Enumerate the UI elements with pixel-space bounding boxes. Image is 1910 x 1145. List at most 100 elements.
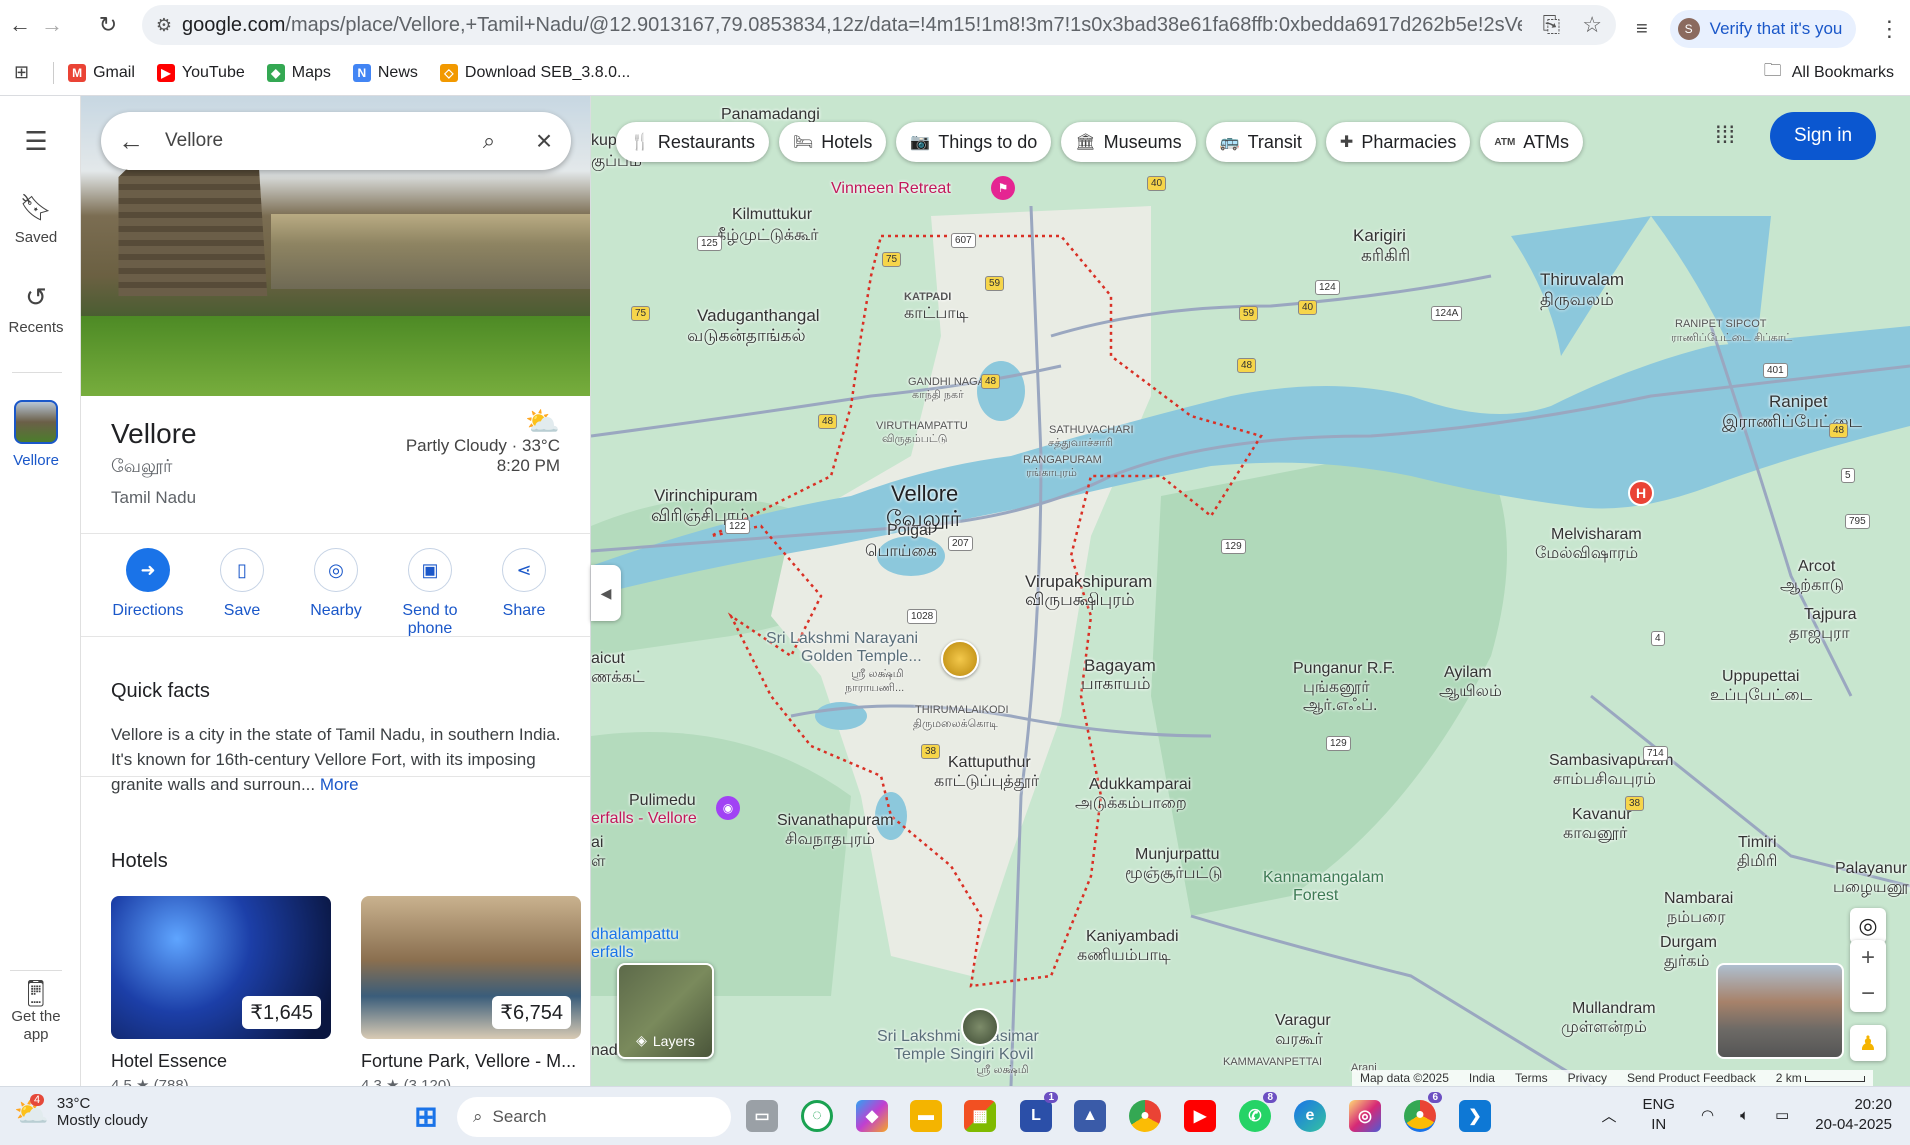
poi-label[interactable]: erfalls - Vellore: [591, 810, 697, 828]
attraction-marker-icon[interactable]: ◉: [716, 796, 740, 820]
address-bar[interactable]: ⚙ google.com/maps/place/Vellore,+Tamil+N…: [142, 5, 1616, 45]
all-bookmarks[interactable]: 🗀 All Bookmarks: [1764, 58, 1894, 88]
back-arrow-icon[interactable]: ←: [101, 126, 161, 157]
chip-label: Museums: [1103, 131, 1182, 152]
privacy-link[interactable]: Privacy: [1568, 1071, 1607, 1085]
poi-label[interactable]: Golden Temple...: [801, 648, 922, 666]
scale-bar[interactable]: 2 km: [1776, 1071, 1866, 1085]
verify-button[interactable]: S Verify that it's you: [1669, 10, 1857, 48]
hotel-price: ₹6,754: [492, 996, 571, 1029]
l-app-icon[interactable]: L1: [1020, 1092, 1058, 1132]
instagram-icon[interactable]: ◎: [1349, 1100, 1381, 1132]
more-link[interactable]: More: [320, 775, 359, 794]
poi-label[interactable]: Pulimedu: [629, 792, 696, 810]
url-text[interactable]: google.com/maps/place/Vellore,+Tamil+Nad…: [182, 14, 1522, 37]
bookmark-item[interactable]: M Gmail: [68, 63, 135, 82]
search-icon[interactable]: ⌕: [461, 128, 517, 154]
install-app-icon[interactable]: ⎘: [1543, 12, 1561, 38]
start-icon[interactable]: ⊞: [410, 1100, 442, 1132]
bookmark-item[interactable]: ◇ Download SEB_3.8.0...: [439, 63, 630, 82]
current-place-button[interactable]: Vellore: [0, 400, 72, 469]
send-to-phone-button[interactable]: ▣ Send to phone: [390, 548, 470, 638]
forward-icon[interactable]: →: [32, 5, 72, 45]
poi-label[interactable]: dhalampattu: [591, 926, 679, 944]
store-icon[interactable]: ▦: [964, 1100, 996, 1132]
menu-button[interactable]: ☰: [0, 126, 72, 163]
poi-label[interactable]: Sri Lakshmi Narasimar: [877, 1028, 1039, 1046]
get-app-button[interactable]: 📱︎ Get the app: [0, 980, 72, 1044]
copilot-icon[interactable]: ◆: [856, 1100, 888, 1132]
taskbar: ⛅ 4 33°C Mostly cloudy ⊞ ⌕ Search ▭ ◌ ◆ ▬ …: [0, 1086, 1910, 1145]
poi-label[interactable]: Vinmeen Retreat: [831, 180, 951, 198]
zoom-in-button[interactable]: +: [1850, 940, 1886, 976]
saved-button[interactable]: 🔖︎ Saved: [0, 192, 72, 246]
nearby-button[interactable]: ◎ Nearby: [296, 548, 376, 638]
menu-icon[interactable]: ⋮: [1878, 16, 1900, 42]
edge-icon[interactable]: e: [1294, 1100, 1326, 1132]
chip-things-to-do[interactable]: 📷 Things to do: [896, 122, 1052, 162]
sign-in-button[interactable]: Sign in: [1770, 112, 1876, 160]
bookmark-star-icon[interactable]: ☆: [1582, 12, 1602, 38]
temple-photo-marker[interactable]: [941, 640, 979, 678]
google-apps-icon[interactable]: ⁞⁞⁞: [1715, 122, 1735, 150]
chip-transit[interactable]: 🚌 Transit: [1205, 122, 1316, 162]
chip-restaurants[interactable]: 🍴 Restaurants: [616, 122, 769, 162]
whatsapp-icon[interactable]: ✆ 8: [1239, 1092, 1277, 1132]
resort-marker-icon[interactable]: ⚑: [991, 176, 1015, 200]
directions-button[interactable]: ➜ Directions: [108, 548, 188, 638]
chip-museums[interactable]: 🏛 Museums: [1061, 122, 1196, 162]
bookmark-item[interactable]: ◆ Maps: [266, 63, 331, 82]
hotel-name[interactable]: Fortune Park, Vellore - M...: [361, 1051, 576, 1072]
feedback-link[interactable]: Send Product Feedback: [1627, 1071, 1756, 1085]
zoom-out-button[interactable]: −: [1850, 976, 1886, 1012]
poi-label[interactable]: Temple Singiri Kovil: [894, 1046, 1034, 1064]
proton-icon[interactable]: ▲: [1074, 1100, 1106, 1132]
poi-label[interactable]: erfalls: [591, 944, 634, 962]
chip-atms[interactable]: ATM ATMs: [1480, 122, 1583, 162]
hotel-card-image[interactable]: ₹6,754: [361, 896, 581, 1039]
hotel-price: ₹1,645: [242, 996, 321, 1029]
hotel-card-image[interactable]: ₹1,645: [111, 896, 331, 1039]
chrome-active-icon[interactable]: ● 6: [1404, 1092, 1442, 1132]
taskbar-search[interactable]: ⌕ Search: [457, 1097, 731, 1137]
file-explorer-icon[interactable]: ▬: [910, 1100, 942, 1132]
bookmark-item[interactable]: N News: [352, 63, 418, 82]
bookmark-item[interactable]: ▶ YouTube: [156, 63, 245, 82]
terms-link[interactable]: Terms: [1515, 1071, 1548, 1085]
chip-hotels[interactable]: 🛏 Hotels: [778, 122, 887, 162]
street-view-thumbnail[interactable]: [1716, 963, 1844, 1059]
chip-pharmacies[interactable]: ✚ Pharmacies: [1325, 122, 1471, 162]
taskbar-weather[interactable]: ⛅ 4 33°C Mostly cloudy: [14, 1093, 148, 1129]
chrome-icon[interactable]: ●: [1129, 1100, 1161, 1132]
hospital-marker-icon[interactable]: H: [1628, 480, 1654, 506]
language-indicator[interactable]: ENG IN: [1642, 1095, 1675, 1135]
search-input[interactable]: Vellore: [165, 130, 461, 152]
app-icon[interactable]: ◌: [801, 1100, 833, 1132]
site-settings-icon[interactable]: ⚙: [146, 15, 182, 36]
recents-button[interactable]: ↺ Recents: [0, 282, 72, 336]
chevron-up-icon[interactable]: ︿: [1601, 1105, 1616, 1126]
pegman-icon[interactable]: ♟: [1850, 1025, 1886, 1061]
tab-search-icon[interactable]: ≡: [1636, 18, 1648, 41]
collapse-panel-button[interactable]: ◀: [591, 565, 621, 621]
map-canvas[interactable]: Panamadangi kuppam குப்பம் Kilmuttukur க…: [591, 96, 1910, 1086]
temple-photo-marker[interactable]: [961, 1008, 999, 1046]
my-location-icon[interactable]: ◎: [1850, 908, 1886, 944]
youtube-icon[interactable]: ▶: [1184, 1100, 1216, 1132]
task-view-icon[interactable]: ▭: [746, 1100, 778, 1132]
vscode-icon[interactable]: ❯: [1459, 1100, 1491, 1132]
battery-icon[interactable]: ▭: [1775, 1106, 1789, 1124]
share-button[interactable]: ⋖ Share: [484, 548, 564, 638]
apps-icon[interactable]: ⊞: [14, 62, 29, 83]
volume-icon[interactable]: 🔈︎: [1740, 1107, 1749, 1124]
clock[interactable]: 20:20 20-04-2025: [1815, 1095, 1892, 1135]
region-link[interactable]: India: [1469, 1071, 1495, 1085]
poi-label[interactable]: Sri Lakshmi Narayani: [766, 630, 918, 648]
layers-button[interactable]: ◈ Layers: [617, 963, 714, 1059]
close-icon[interactable]: ×: [517, 125, 571, 157]
atms-icon: ATM: [1494, 136, 1516, 148]
save-button[interactable]: ▯ Save: [202, 548, 282, 638]
hotel-name[interactable]: Hotel Essence: [111, 1051, 227, 1072]
reload-icon[interactable]: ↻: [88, 5, 128, 45]
wifi-icon[interactable]: ◠: [1701, 1106, 1714, 1124]
